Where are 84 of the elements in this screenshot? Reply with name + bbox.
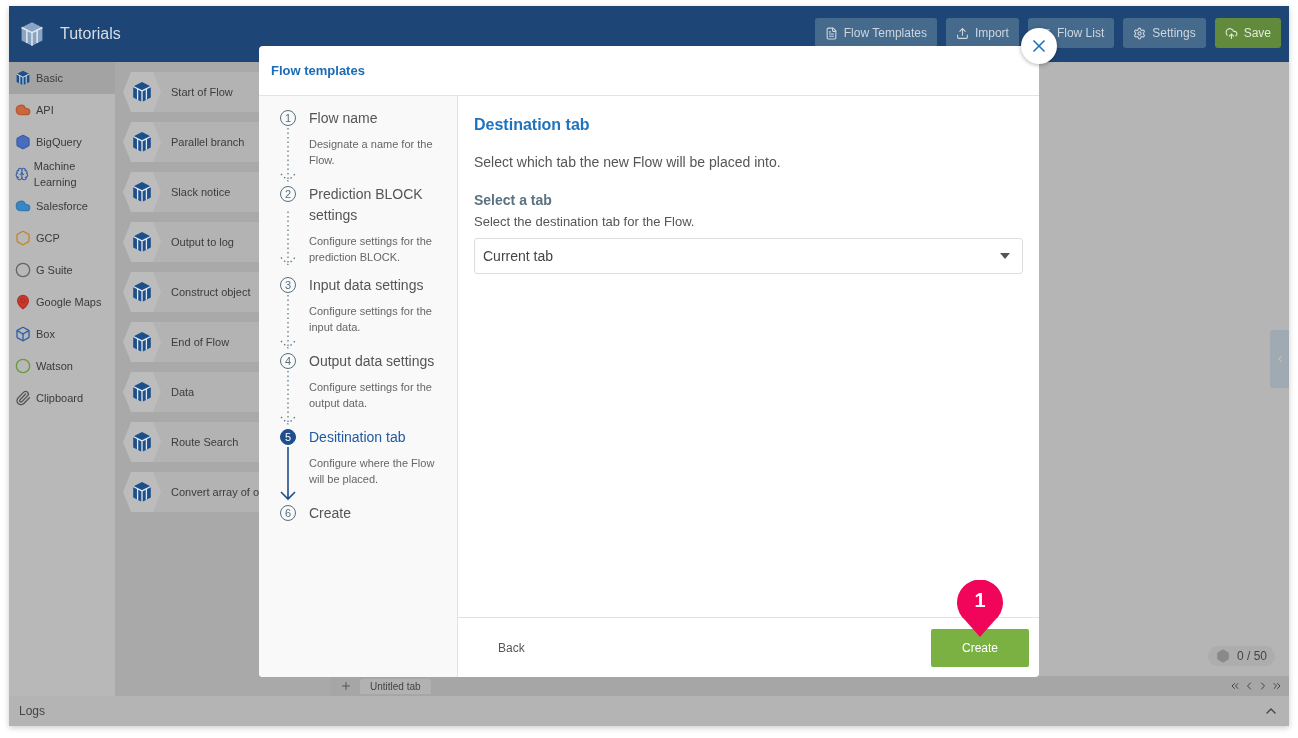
tab-select[interactable]: Current tab (474, 238, 1023, 274)
cloud-upload-icon (1224, 26, 1238, 40)
brain-icon (15, 166, 29, 182)
toolbar-button[interactable]: Import (945, 18, 1019, 48)
sidebar-label: Machine Learning (33, 159, 78, 190)
block-label: Start of Flow (171, 86, 233, 98)
sidebar-label: Box (36, 327, 55, 342)
cube-logo-icon (131, 81, 153, 103)
sidebar-label: GCP (36, 231, 60, 246)
upload-icon (955, 26, 969, 40)
step-description: Configure settings for the input data. (309, 304, 433, 335)
section-description: Select which tab the new Flow will be placed into. (474, 154, 782, 170)
sidebar-label: Salesforce (36, 199, 88, 214)
block-label: Convert array of o (171, 486, 260, 498)
sidebar-item[interactable]: Basic (9, 62, 115, 94)
toolbar-button[interactable]: Settings (1123, 18, 1206, 48)
step-description: Configure where the Flow will be placed. (309, 456, 436, 487)
map-pin-icon (15, 294, 31, 310)
sidebar-label: API (36, 103, 54, 118)
logs-label: Logs (19, 704, 46, 718)
app-logo-icon (19, 21, 45, 47)
step-title: Prediction BLOCK settings (309, 185, 424, 225)
step-description: Designate a name for the Flow. (309, 137, 434, 168)
cube-logo-icon (131, 181, 153, 203)
down-arrow-icon (279, 447, 297, 503)
dotted-arrow-icon (279, 128, 297, 184)
cube-logo-icon (131, 131, 153, 153)
cloud-icon (15, 198, 31, 214)
step-marker: 1 (957, 580, 1003, 637)
collapse-handle[interactable] (1270, 330, 1289, 388)
add-icon[interactable] (340, 680, 352, 692)
document-icon (824, 26, 838, 40)
field-label: Select a tab (474, 192, 553, 208)
sidebar-label: Watson (36, 359, 73, 374)
cube-logo-icon (15, 70, 31, 86)
step-title: Input data settings (309, 276, 425, 295)
step-title: Flow name (309, 109, 379, 128)
back-button[interactable]: Back (482, 634, 541, 661)
block-label: Output to log (171, 236, 234, 248)
counter-text: 0 / 50 (1236, 649, 1267, 663)
cube-logo-icon (131, 331, 153, 353)
sidebar-label: Google Maps (36, 295, 102, 310)
circle-icon (15, 262, 31, 278)
block-label: Construct object (171, 286, 251, 298)
sidebar-label: BigQuery (36, 135, 82, 150)
step-title: Create (309, 504, 353, 523)
box-icon (15, 326, 31, 342)
cube-logo-icon (131, 381, 153, 403)
dotted-arrow-icon (279, 371, 297, 427)
canvas-tab[interactable]: Untitled tab (360, 678, 431, 694)
step-title: Output data settings (309, 352, 436, 371)
block-label: End of Flow (171, 336, 230, 348)
sidebar-label: Basic (36, 71, 63, 86)
cloud-icon (15, 102, 31, 118)
hexagon-icon (15, 134, 31, 150)
block-label: Parallel branch (171, 136, 245, 148)
last-page-icon[interactable] (1271, 680, 1283, 692)
section-heading: Destination tab (474, 116, 591, 134)
logs-bar[interactable]: Logs (9, 696, 1289, 726)
dotted-arrow-icon (279, 295, 297, 351)
step-title: Desitination tab (309, 428, 407, 447)
step-description: Configure settings for the prediction BLOCK. (309, 234, 433, 265)
toolbar-button[interactable]: Flow Templates (814, 18, 937, 48)
cube-logo-icon (131, 481, 153, 503)
cube-logo-icon (131, 231, 153, 253)
caret-icon (1000, 253, 1010, 259)
circle-icon (15, 358, 31, 374)
hexagon-icon (1215, 649, 1230, 663)
paperclip-icon (15, 390, 31, 406)
step-description: Configure settings for the output data. (309, 380, 433, 411)
step-number: 5 (280, 429, 296, 445)
app-title: Tutorials (60, 25, 122, 43)
block-label: Slack notice (171, 186, 231, 198)
block-label: Route Search (171, 436, 239, 448)
hexagon-icon (15, 230, 31, 246)
first-page-icon[interactable] (1229, 680, 1241, 692)
block-label: Data (171, 386, 195, 398)
sidebar-label: Clipboard (36, 391, 84, 406)
cube-logo-icon (131, 281, 153, 303)
cube-logo-icon (131, 431, 153, 453)
toolbar-button[interactable]: Save (1214, 18, 1281, 48)
field-help: Select the destination tab for the Flow. (474, 214, 696, 229)
settings-icon (1133, 26, 1147, 40)
sidebar-label: G Suite (36, 263, 73, 278)
